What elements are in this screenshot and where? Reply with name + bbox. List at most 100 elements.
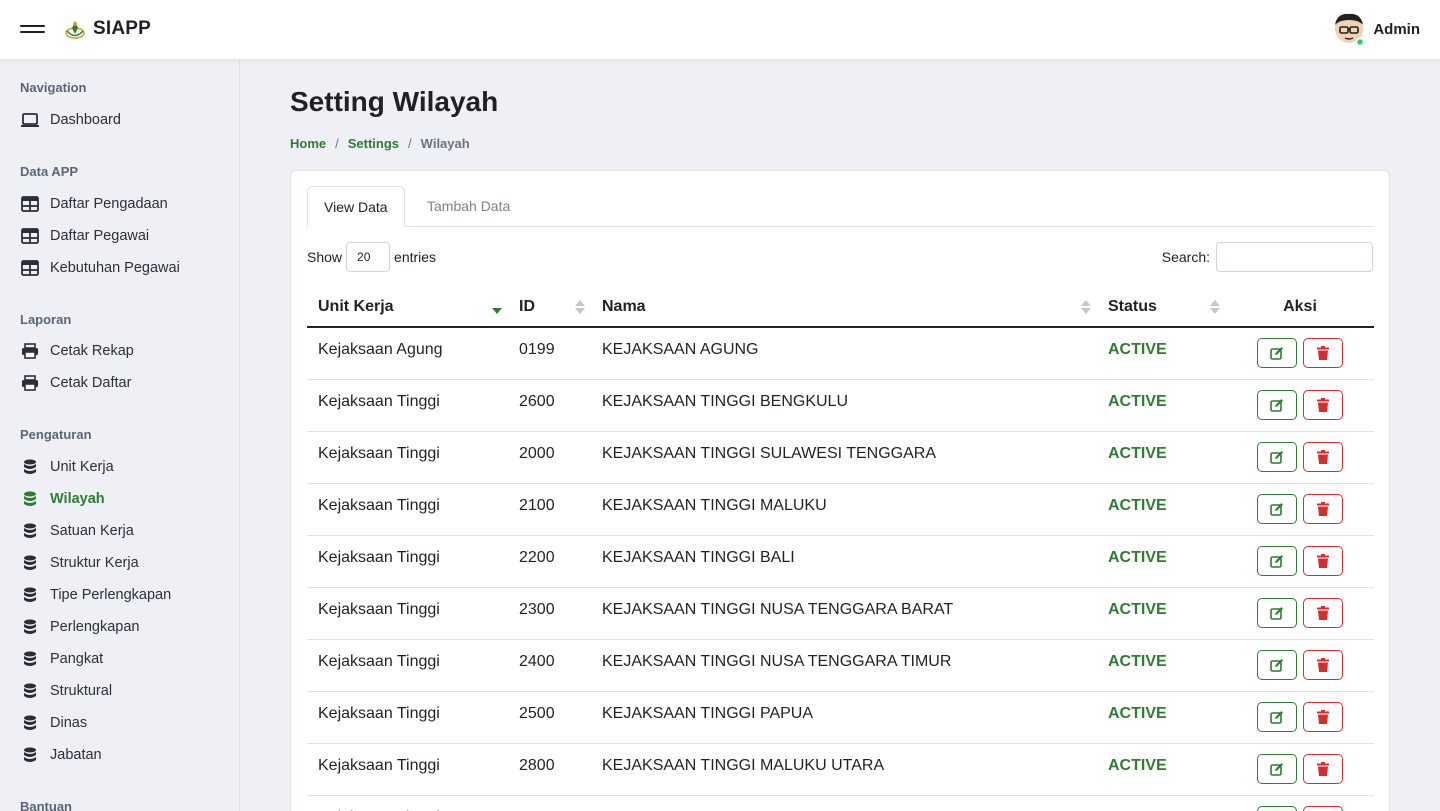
sidebar-item-struktural[interactable]: Struktural <box>20 680 112 702</box>
app-brand: SIAPP <box>93 18 152 39</box>
sidebar-item-tipe-perlengkapan[interactable]: Tipe Perlengkapan <box>20 584 171 606</box>
cell-id: 2100 <box>508 483 591 536</box>
edit-button[interactable] <box>1256 389 1297 420</box>
sidebar-item-perlengkapan[interactable]: Perlengkapan <box>20 616 140 638</box>
sidebar-heading-data-app: Data APP <box>20 164 79 179</box>
breadcrumb-separator: / <box>408 136 412 151</box>
entries-control: Show entries <box>307 242 436 272</box>
sidebar-heading-bantuan: Bantuan <box>20 799 72 811</box>
delete-button[interactable] <box>1303 805 1344 811</box>
sidebar-item-struktur-kerja[interactable]: Struktur Kerja <box>20 552 139 574</box>
sidebar-item-kebutuhan-pegawai[interactable]: Kebutuhan Pegawai <box>20 257 180 279</box>
delete-button[interactable] <box>1303 493 1344 524</box>
edit-button[interactable] <box>1256 753 1297 784</box>
delete-button[interactable] <box>1303 389 1344 420</box>
menu-toggle-icon[interactable] <box>20 20 45 38</box>
cell-aksi <box>1226 691 1374 744</box>
cell-status: ACTIVE <box>1097 379 1226 432</box>
sidebar-item-daftar-pegawai[interactable]: Daftar Pegawai <box>20 225 149 247</box>
delete-button[interactable] <box>1303 753 1344 784</box>
cell-aksi <box>1226 795 1374 811</box>
delete-button[interactable] <box>1303 338 1344 368</box>
edit-button[interactable] <box>1256 338 1297 368</box>
cell-aksi <box>1226 431 1374 484</box>
column-header-label: Nama <box>602 297 646 315</box>
entries-select[interactable] <box>346 242 391 272</box>
edit-icon <box>1269 347 1283 360</box>
cell-id: 2200 <box>508 535 591 588</box>
database-icon <box>20 714 40 732</box>
entries-label: entries <box>394 249 437 265</box>
edit-button[interactable] <box>1256 701 1297 732</box>
cell-aksi <box>1226 587 1374 640</box>
database-icon <box>20 618 40 636</box>
sidebar: Navigation Dashboard Data APP Daftar Pen… <box>0 59 240 811</box>
sidebar-item-daftar-pengadaan[interactable]: Daftar Pengadaan <box>20 193 168 215</box>
trash-icon <box>1317 449 1330 464</box>
table-row: Kejaksaan Tinggi 2200 KEJAKSAAN TINGGI BAL… <box>307 535 1374 588</box>
delete-button[interactable] <box>1303 597 1344 628</box>
user-menu[interactable]: Admin <box>1333 10 1420 48</box>
cell-id: 2400 <box>508 639 591 692</box>
edit-button[interactable] <box>1256 493 1297 524</box>
sidebar-item-dinas[interactable]: Dinas <box>20 712 87 734</box>
cell-status: ACTIVE <box>1097 639 1226 692</box>
edit-button[interactable] <box>1256 649 1297 680</box>
cell-status: ACTIVE <box>1097 483 1226 536</box>
search-input[interactable] <box>1216 242 1373 272</box>
breadcrumb-separator: / <box>335 136 339 151</box>
cell-unit-kerja: Kejaksaan Tinggi <box>307 379 508 432</box>
sort-both-icon <box>575 300 585 314</box>
sidebar-item-label: Cetak Rekap <box>50 343 134 359</box>
cell-status: ACTIVE <box>1097 691 1226 744</box>
cell-unit-kerja: Kejaksaan Tinggi <box>307 535 508 588</box>
column-header-status[interactable]: Status <box>1097 287 1226 328</box>
delete-button[interactable] <box>1303 441 1344 472</box>
sidebar-heading-navigation: Navigation <box>20 80 87 95</box>
sidebar-item-pangkat[interactable]: Pangkat <box>20 648 103 670</box>
edit-button[interactable] <box>1256 545 1297 576</box>
delete-button[interactable] <box>1303 545 1344 576</box>
column-header-nama[interactable]: Nama <box>591 287 1097 328</box>
sidebar-item-wilayah[interactable]: Wilayah <box>20 488 105 510</box>
table-row: Kejaksaan Tinggi 2600 KEJAKSAAN TINGGI BEN… <box>307 379 1374 432</box>
database-icon <box>20 458 40 476</box>
logo-icon <box>65 21 85 39</box>
cell-aksi <box>1226 327 1374 380</box>
edit-button[interactable] <box>1256 441 1297 472</box>
avatar <box>1335 13 1365 47</box>
page-title: Setting Wilayah <box>290 86 499 117</box>
edit-icon <box>1269 554 1283 568</box>
sidebar-item-cetak-daftar[interactable]: Cetak Daftar <box>20 372 131 394</box>
database-icon <box>20 490 40 508</box>
breadcrumb-home-link[interactable]: Home <box>290 136 326 151</box>
breadcrumb-settings-link[interactable]: Settings <box>348 136 399 151</box>
sidebar-item-unit-kerja[interactable]: Unit Kerja <box>20 456 114 478</box>
cell-aksi <box>1226 535 1374 588</box>
sidebar-item-satuan-kerja[interactable]: Satuan Kerja <box>20 520 134 542</box>
sidebar-item-dashboard[interactable]: Dashboard <box>20 109 121 131</box>
column-header-unit-kerja[interactable]: Unit Kerja <box>307 287 508 328</box>
cell-id: 1900 <box>508 795 591 811</box>
tab-view-data[interactable]: View Data <box>307 186 405 227</box>
print-icon <box>20 374 40 392</box>
tab-tambah-data[interactable]: Tambah Data <box>411 186 526 227</box>
edit-button[interactable] <box>1256 597 1297 628</box>
column-header-label: ID <box>519 297 535 315</box>
sidebar-heading-laporan: Laporan <box>20 312 72 327</box>
delete-button[interactable] <box>1303 649 1344 680</box>
column-header-id[interactable]: ID <box>508 287 591 328</box>
edit-button[interactable] <box>1256 805 1297 811</box>
table-icon <box>20 259 40 277</box>
sort-both-icon <box>1081 300 1091 314</box>
delete-button[interactable] <box>1303 701 1344 732</box>
cell-id: 0199 <box>508 327 591 380</box>
trash-icon <box>1317 501 1330 516</box>
sort-desc-icon <box>492 308 502 314</box>
trash-icon <box>1317 346 1330 360</box>
cell-id: 2300 <box>508 587 591 640</box>
top-bar: SIAPP Admin <box>0 0 1440 59</box>
table-row: Kejaksaan Tinggi1900KEJAKSAAN TINGGI SUL… <box>307 795 1374 811</box>
sidebar-item-jabatan[interactable]: Jabatan <box>20 744 102 766</box>
sidebar-item-cetak-rekap[interactable]: Cetak Rekap <box>20 340 134 362</box>
